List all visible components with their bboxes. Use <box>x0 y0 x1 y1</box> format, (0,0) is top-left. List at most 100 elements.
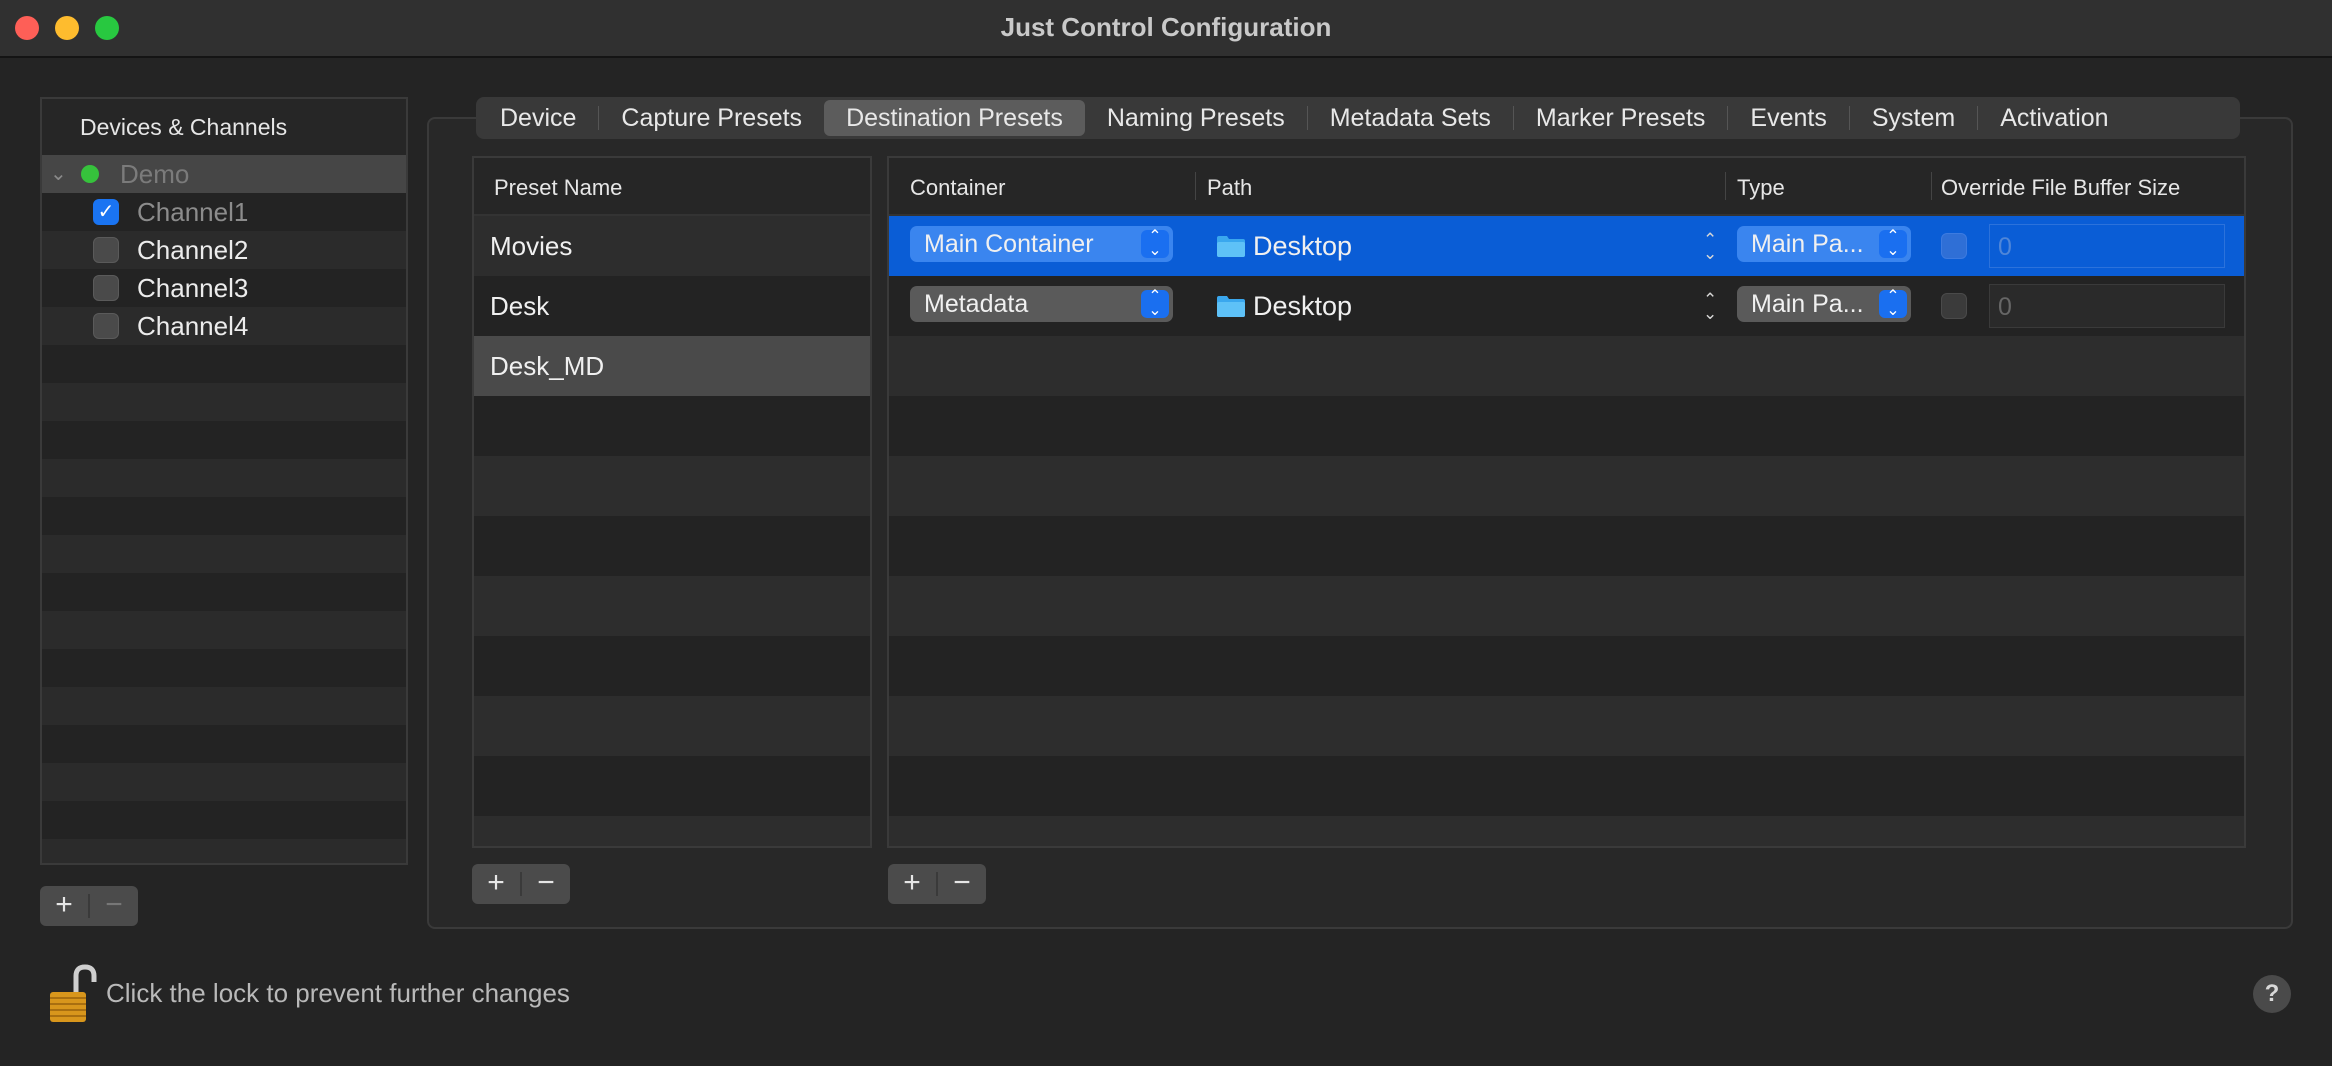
channel4-checkbox[interactable] <box>93 313 119 339</box>
remove-device-button[interactable]: − <box>90 886 138 926</box>
preset-name-table: Preset Name Movies Desk Desk_MD <box>472 156 872 848</box>
channel-label: Channel1 <box>137 197 249 227</box>
empty-row <box>474 456 870 516</box>
chevron-updown-icon: ⌃ ⌄ <box>1879 229 1907 259</box>
folder-icon <box>1217 296 1245 317</box>
lock-icon[interactable] <box>46 964 98 1026</box>
sidebar-rows: ⌄ Demo ✓ Channel1 Channel2 Channel3 Chan… <box>42 155 406 863</box>
lock-message: Click the lock to prevent further change… <box>106 978 570 1008</box>
empty-row <box>42 801 406 839</box>
path-value[interactable]: Desktop <box>1253 276 1352 336</box>
remove-destination-button[interactable]: − <box>938 864 986 904</box>
destinations-header: Container Path Type Override File Buffer… <box>889 158 2244 216</box>
preset-row-desk[interactable]: Desk <box>474 276 870 336</box>
buffer-size-field[interactable]: 0 <box>1989 224 2225 268</box>
type-value: Main Pa... <box>1751 230 1864 258</box>
divider <box>1195 172 1196 200</box>
empty-row <box>42 839 406 863</box>
chevron-updown-icon: ⌃ ⌄ <box>1141 229 1169 259</box>
preset-label: Desk <box>490 291 550 321</box>
tab-activation[interactable]: Activation <box>1978 100 2130 136</box>
empty-row <box>889 636 2244 696</box>
override-checkbox[interactable] <box>1941 233 1967 259</box>
add-device-button[interactable]: + <box>40 886 88 926</box>
chevron-down-icon[interactable]: ⌄ <box>50 155 67 193</box>
empty-row <box>474 396 870 456</box>
empty-row <box>42 421 406 459</box>
channel-label: Channel3 <box>137 273 249 303</box>
empty-row <box>889 816 2244 846</box>
column-header-container[interactable]: Container <box>910 158 1005 218</box>
override-checkbox[interactable] <box>1941 293 1967 319</box>
path-value[interactable]: Desktop <box>1253 216 1352 276</box>
channel-label: Channel4 <box>137 311 249 341</box>
preset-label: Desk_MD <box>490 351 605 381</box>
preset-label: Movies <box>490 231 573 261</box>
empty-row <box>474 756 870 816</box>
chevron-updown-icon[interactable]: ⌃ ⌄ <box>1703 231 1717 262</box>
empty-row <box>889 696 2244 756</box>
channel1-checkbox[interactable]: ✓ <box>93 199 119 225</box>
status-dot-icon <box>81 165 99 183</box>
column-header-type[interactable]: Type <box>1737 158 1785 218</box>
empty-row <box>42 497 406 535</box>
sidebar-add-remove-control: + − <box>40 886 138 926</box>
preset-row-desk-md[interactable]: Desk_MD <box>474 336 870 396</box>
column-header-path[interactable]: Path <box>1207 158 1252 218</box>
folder-icon <box>1217 236 1245 257</box>
preset-name-header[interactable]: Preset Name <box>474 158 870 216</box>
container-popup[interactable]: Main Container ⌃ ⌄ <box>910 226 1173 262</box>
tab-device[interactable]: Device <box>478 100 598 136</box>
tab-system[interactable]: System <box>1850 100 1977 136</box>
empty-row <box>42 345 406 383</box>
window-title: Just Control Configuration <box>1000 12 1332 42</box>
chevron-updown-icon[interactable]: ⌃ ⌄ <box>1703 291 1717 322</box>
type-value: Main Pa... <box>1751 290 1864 318</box>
channel-row-1[interactable]: ✓ Channel1 <box>42 193 406 231</box>
window: Just Control Configuration Devices & Cha… <box>0 0 2332 1066</box>
empty-row <box>474 636 870 696</box>
channel-row-3[interactable]: Channel3 <box>42 269 406 307</box>
add-preset-button[interactable]: + <box>472 864 520 904</box>
remove-preset-button[interactable]: − <box>522 864 570 904</box>
tab-bar: Device Capture Presets Destination Prese… <box>476 97 2240 139</box>
divider <box>1931 172 1932 200</box>
empty-row <box>474 576 870 636</box>
destination-row-1[interactable]: Main Container ⌃ ⌄ Desktop ⌃ ⌄ Main Pa... … <box>889 216 2244 276</box>
container-popup[interactable]: Metadata ⌃ ⌄ <box>910 286 1173 322</box>
divider <box>1725 172 1726 200</box>
empty-row <box>42 383 406 421</box>
empty-row <box>42 687 406 725</box>
devices-channels-header: Devices & Channels <box>42 99 406 155</box>
add-destination-button[interactable]: + <box>888 864 936 904</box>
tab-naming-presets[interactable]: Naming Presets <box>1085 100 1307 136</box>
channel2-checkbox[interactable] <box>93 237 119 263</box>
tab-marker-presets[interactable]: Marker Presets <box>1514 100 1727 136</box>
channel-row-2[interactable]: Channel2 <box>42 231 406 269</box>
device-label: Demo <box>120 159 190 189</box>
column-header-preset-name[interactable]: Preset Name <box>494 158 622 218</box>
empty-row <box>42 649 406 687</box>
destination-row-2[interactable]: Metadata ⌃ ⌄ Desktop ⌃ ⌄ Main Pa... ⌃ ⌄ 0 <box>889 276 2244 336</box>
tab-destination-presets[interactable]: Destination Presets <box>824 100 1085 136</box>
empty-row <box>42 611 406 649</box>
tab-metadata-sets[interactable]: Metadata Sets <box>1308 100 1513 136</box>
type-popup[interactable]: Main Pa... ⌃ ⌄ <box>1737 226 1911 262</box>
empty-row <box>42 763 406 801</box>
type-popup[interactable]: Main Pa... ⌃ ⌄ <box>1737 286 1911 322</box>
channel3-checkbox[interactable] <box>93 275 119 301</box>
empty-row <box>42 459 406 497</box>
devices-channels-list: Devices & Channels ⌄ Demo ✓ Channel1 Cha… <box>40 97 408 865</box>
empty-row <box>889 576 2244 636</box>
channel-row-4[interactable]: Channel4 <box>42 307 406 345</box>
tab-events[interactable]: Events <box>1728 100 1848 136</box>
preset-row-movies[interactable]: Movies <box>474 216 870 276</box>
buffer-size-field[interactable]: 0 <box>1989 284 2225 328</box>
preset-add-remove-control: + − <box>472 864 570 904</box>
empty-row <box>889 396 2244 456</box>
device-row-demo[interactable]: ⌄ Demo <box>42 155 406 193</box>
column-header-override-file-buffer-size[interactable]: Override File Buffer Size <box>1941 158 2180 218</box>
empty-row <box>474 516 870 576</box>
tab-capture-presets[interactable]: Capture Presets <box>599 100 824 136</box>
help-button[interactable]: ? <box>2253 975 2291 1013</box>
